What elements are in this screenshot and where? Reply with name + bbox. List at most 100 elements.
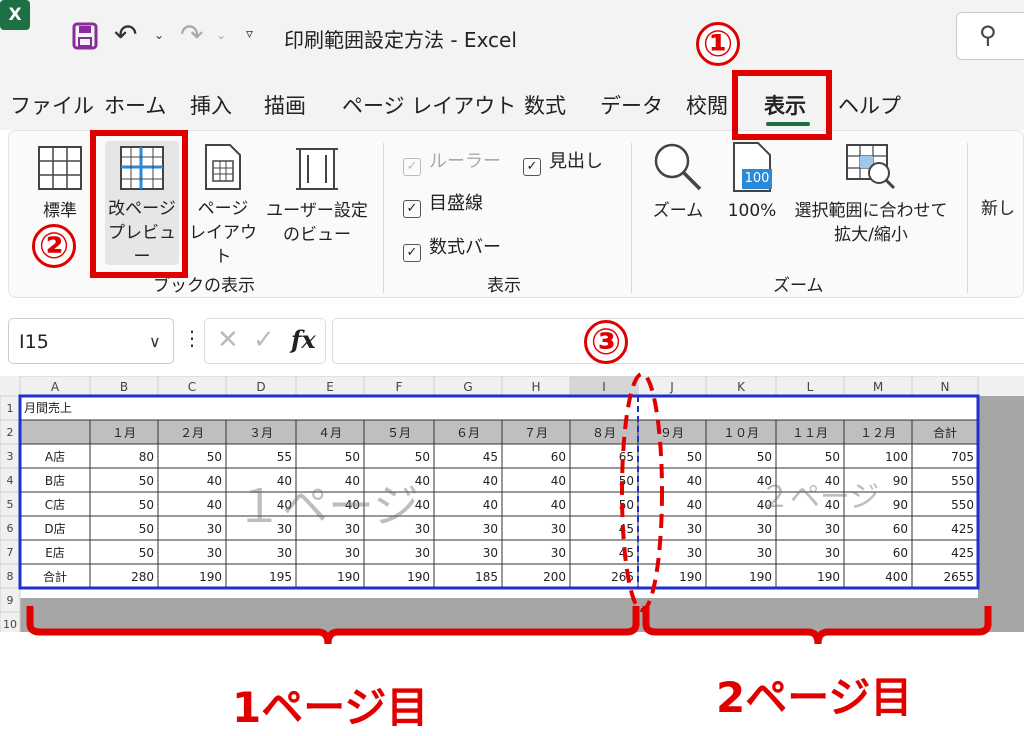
table-cell-value: 50 — [757, 450, 772, 464]
tab-file[interactable]: ファイル — [10, 90, 94, 120]
zoom-to-selection-button[interactable]: 選択範囲に合わせて 拡大/縮小 — [787, 141, 955, 261]
search-button[interactable]: ⚲ — [956, 12, 1024, 60]
normal-view-label: 標準 — [43, 201, 77, 221]
table-cell-value: 30 — [825, 546, 840, 560]
zoom-100-badge: 100 — [742, 169, 772, 189]
table-cell-value: 50 — [825, 450, 840, 464]
header-cell-label: ３月 — [249, 426, 273, 440]
table-cell-value: 190 — [337, 570, 360, 584]
table-cell-value: 30 — [551, 546, 566, 560]
table-cell-value: 30 — [483, 522, 498, 536]
row-label: 合計 — [43, 569, 67, 584]
table-cell-value: 50 — [687, 450, 702, 464]
table-cell-value: 55 — [277, 450, 292, 464]
column-header-label: A — [51, 380, 60, 394]
zoom-100-label: 100% — [727, 201, 777, 221]
table-cell-value: 30 — [207, 546, 222, 560]
chevron-down-icon[interactable]: ∨ — [149, 332, 161, 351]
page1-label: 1ページ目 — [232, 683, 429, 732]
zoom-group-label: ズーム — [773, 276, 824, 296]
redo-icon[interactable]: ↷ — [180, 18, 203, 51]
customize-qat-icon[interactable]: ▿ — [246, 26, 253, 42]
table-cell-value: 2655 — [943, 570, 974, 584]
table-cell-value: 30 — [483, 546, 498, 560]
outside-print-area-right — [978, 396, 1024, 632]
custom-views-label-2: のビュー — [283, 225, 351, 245]
formula-buttons: ✕ ✓ fx — [204, 318, 326, 364]
tab-draw[interactable]: 描画 — [264, 90, 306, 120]
table-cell-value: 40 — [687, 498, 702, 512]
ruler-checkbox[interactable]: ✓ ルーラー — [403, 147, 501, 176]
title-row — [19, 395, 979, 421]
magnifier-icon — [654, 143, 702, 191]
tab-data[interactable]: データ — [600, 90, 663, 120]
header-cell-label: ２月 — [180, 426, 204, 440]
cancel-icon[interactable]: ✕ — [217, 325, 239, 355]
highlight-view-tab — [732, 70, 832, 140]
table-cell-value: 425 — [951, 546, 974, 560]
row-label: D店 — [44, 522, 65, 536]
tab-review[interactable]: 校閲 — [686, 90, 728, 120]
zoom-button[interactable]: ズーム — [643, 141, 713, 251]
tab-page-layout[interactable]: ページ レイアウト — [342, 90, 516, 120]
tab-help[interactable]: ヘルプ — [838, 90, 901, 120]
normal-view-icon — [38, 146, 82, 190]
header-cell — [19, 419, 91, 445]
page-layout-label-2: レイアウト — [189, 223, 257, 267]
column-header-label: C — [188, 380, 196, 394]
row-header-label: 3 — [7, 450, 14, 463]
tab-formulas[interactable]: 数式 — [524, 90, 566, 120]
gridlines-checkbox[interactable]: ✓ 目盛線 — [403, 189, 483, 218]
table-cell-value: 30 — [415, 546, 430, 560]
save-icon[interactable] — [72, 22, 98, 50]
new-window-label: 新し — [981, 199, 1015, 219]
window-title: 印刷範囲設定方法 - Excel — [284, 28, 517, 52]
header-cell-label: １月 — [112, 426, 136, 440]
table-cell-value: 550 — [951, 498, 974, 512]
page-layout-view-button[interactable]: ページ レイアウト — [185, 141, 261, 267]
tab-insert[interactable]: 挿入 — [190, 90, 232, 120]
name-box[interactable]: I15 ∨ — [8, 318, 174, 364]
row-header-label: 6 — [7, 522, 14, 535]
table-cell-value: 190 — [749, 570, 772, 584]
table-cell-value: 60 — [893, 522, 908, 536]
table-cell-value: 190 — [679, 570, 702, 584]
headings-checkbox[interactable]: ✓ 見出し — [523, 147, 603, 176]
column-header-label: F — [396, 380, 403, 394]
column-header-label: B — [120, 380, 128, 394]
undo-icon[interactable]: ↶ — [114, 18, 137, 51]
column-header-label: K — [737, 380, 746, 394]
table-cell-value: 40 — [207, 474, 222, 488]
show-group-label: 表示 — [487, 276, 521, 296]
table-cell-value: 50 — [139, 498, 154, 512]
page-brackets — [26, 606, 992, 645]
enter-icon[interactable]: ✓ — [253, 325, 275, 355]
worksheet[interactable]: A B C D E F G H I J K L M N 1 2 3 4 5 6 7 8 9 10 月間売上 １月 ２月 ３月 ４月 ５月 ６… — [0, 376, 1024, 632]
header-cell-label: ７月 — [524, 426, 548, 440]
table-cell-value: 60 — [893, 546, 908, 560]
zoom-100-button[interactable]: 100 100% — [717, 141, 787, 251]
insert-function-icon[interactable]: fx — [291, 325, 316, 354]
header-cell-label: １１月 — [792, 426, 828, 440]
more-options-icon[interactable]: ⋮ — [182, 326, 202, 350]
column-header-label: D — [256, 380, 265, 394]
page2-label: 2ページ目 — [716, 673, 913, 722]
table-cell-value: 705 — [951, 450, 974, 464]
formula-bar-checkbox[interactable]: ✓ 数式バー — [403, 233, 501, 262]
custom-views-button[interactable]: ユーザー設定 のビュー — [263, 141, 371, 261]
table-cell-value: 30 — [687, 546, 702, 560]
tab-home[interactable]: ホーム — [104, 90, 166, 120]
table-cell-value: 50 — [139, 474, 154, 488]
page-layout-view-icon — [205, 144, 241, 190]
redo-dropdown-icon[interactable]: ⌄ — [216, 28, 226, 42]
new-window-button[interactable]: 新し — [981, 197, 1021, 221]
undo-dropdown-icon[interactable]: ⌄ — [154, 28, 164, 42]
header-cell-label: ５月 — [387, 426, 411, 440]
excel-logo-icon: X — [0, 0, 30, 30]
table-cell-value: 200 — [543, 570, 566, 584]
formula-input[interactable] — [332, 318, 1024, 364]
table-cell-value: 30 — [757, 546, 772, 560]
table-cell-value: 50 — [139, 522, 154, 536]
page-break-ellipse — [620, 372, 664, 612]
table-cell-value: 30 — [277, 546, 292, 560]
